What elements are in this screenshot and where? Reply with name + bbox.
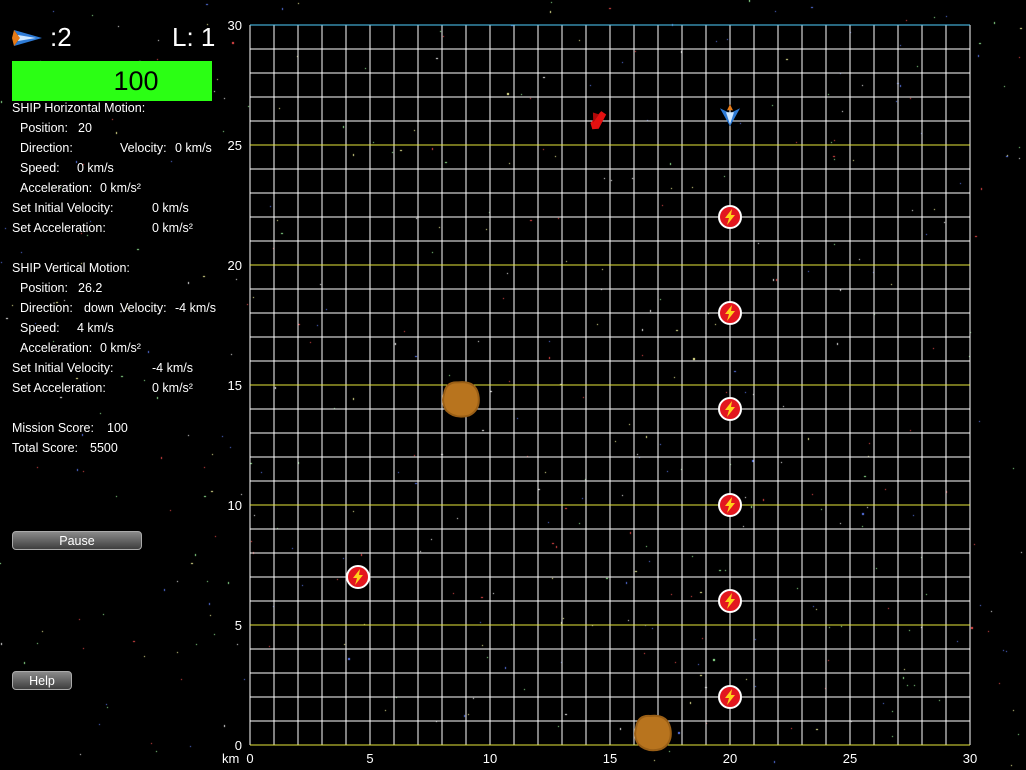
asteroid [442, 381, 480, 418]
vertical-speed-label: Speed: [20, 321, 60, 335]
mission-score-label: Mission Score: [12, 421, 94, 435]
horizontal-set-velocity-label: Set Initial Velocity: [12, 201, 114, 215]
fuel-cell-pickup [718, 205, 742, 229]
horizontal-velocity-label: Velocity: [120, 141, 167, 155]
horizontal-speed-label: Speed: [20, 161, 60, 175]
asteroid [634, 714, 672, 752]
vertical-direction-value: down [84, 301, 114, 315]
horizontal-set-acceleration-label: Set Acceleration: [12, 221, 106, 235]
horizontal-direction-label: Direction: [20, 141, 73, 155]
vertical-velocity-label: Velocity: [120, 301, 167, 315]
horizontal-speed-value: 0 km/s [77, 161, 114, 175]
lives-value: :2 [50, 22, 72, 52]
horizontal-set-acceleration-input[interactable]: 0 km/s² [152, 221, 193, 235]
vertical-motion-title: SHIP Vertical Motion: [12, 261, 130, 275]
vertical-position-value: 26.2 [78, 281, 103, 295]
fuel-cell-pickup [718, 685, 742, 709]
level-indicator: L: 1 [172, 22, 216, 52]
vertical-set-acceleration-label: Set Acceleration: [12, 381, 106, 395]
player-ship-icon [720, 104, 740, 127]
hud-panel: :2 L: 1 100 SHIP Horizontal Motion: Posi… [0, 0, 245, 770]
fuel-value: 100 [113, 65, 159, 96]
fuel-cell-pickup [718, 493, 742, 517]
horizontal-acceleration-value: 0 km/s² [100, 181, 141, 195]
pause-button[interactable]: Pause [12, 531, 142, 550]
vertical-set-velocity-input[interactable]: -4 km/s [152, 361, 193, 375]
horizontal-motion-title: SHIP Horizontal Motion: [12, 101, 146, 115]
x-tick-label: 0 [246, 751, 253, 766]
x-tick-label: 20 [723, 751, 737, 766]
lives-counter: :2 [12, 22, 72, 53]
total-score-label: Total Score: [12, 441, 79, 455]
vertical-speed-value: 4 km/s [77, 321, 114, 335]
horizontal-acceleration-label: Acceleration: [20, 181, 93, 195]
red-enemy-ship-icon [590, 111, 607, 130]
help-button[interactable]: Help [12, 671, 72, 690]
fuel-cell-pickup [718, 301, 742, 325]
horizontal-position-value: 20 [78, 121, 92, 135]
x-tick-label: 10 [483, 751, 497, 766]
vertical-acceleration-value: 0 km/s² [100, 341, 141, 355]
fuel-gauge: 100 [12, 61, 212, 101]
axis-tick-labels: 0 5 10 15 20 25 30051015202530 [228, 18, 978, 766]
total-score-value: 5500 [90, 441, 118, 455]
x-tick-label: 30 [963, 751, 977, 766]
horizontal-position-label: Position: [20, 121, 68, 135]
fuel-cell-pickup [346, 565, 370, 589]
fuel-cell-pickup [718, 589, 742, 613]
player-ship-icon [12, 29, 42, 46]
grid-lines [249, 24, 971, 746]
mission-score-value: 100 [107, 421, 128, 435]
vertical-acceleration-label: Acceleration: [20, 341, 93, 355]
vertical-set-acceleration-input[interactable]: 0 km/s² [152, 381, 193, 395]
horizontal-velocity-value: 0 km/s [175, 141, 212, 155]
vertical-set-velocity-label: Set Initial Velocity: [12, 361, 114, 375]
vertical-velocity-value: -4 km/s [175, 301, 216, 315]
horizontal-set-velocity-input[interactable]: 0 km/s [152, 201, 189, 215]
x-tick-label: 5 [366, 751, 373, 766]
x-tick-label: 25 [843, 751, 857, 766]
vertical-position-label: Position: [20, 281, 68, 295]
x-tick-label: 15 [603, 751, 617, 766]
vertical-direction-label: Direction: [20, 301, 73, 315]
fuel-cell-pickup [718, 397, 742, 421]
